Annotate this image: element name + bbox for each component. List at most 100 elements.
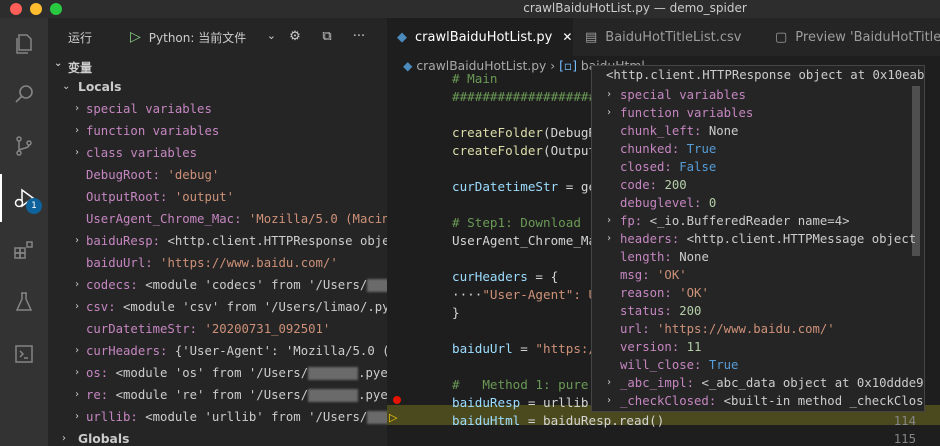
variable-row[interactable]: baiduUrl: 'https://www.baidu.com/' (48, 252, 387, 274)
code-line: baiduHtml = baiduResp.read() (452, 413, 665, 428)
hover-variable-name: chunk_left: (620, 124, 702, 138)
debug-config-select[interactable]: ▷ Python: 当前文件 ⌄ (126, 27, 276, 47)
variable-row[interactable]: OutputRoot: 'output' (48, 186, 387, 208)
chevron-right-icon[interactable]: › (74, 362, 80, 384)
variable-name: function variables (86, 124, 220, 138)
chevron-right-icon[interactable]: › (606, 374, 612, 392)
hover-variable-value: 'OK' (657, 268, 687, 282)
hover-variable-value: <_io.BufferedReader name=4> (649, 214, 850, 228)
variable-row[interactable]: › re: <module 're' from '/Users/ .pyenv/v… (48, 384, 387, 406)
variable-value: <module 'os' from '/Users/ (115, 366, 309, 380)
code-line: curDatetimeStr = ge (452, 179, 597, 194)
run-label: 运行 (68, 31, 93, 45)
window-title: crawlBaiduHotList.py — demo_spider (523, 1, 747, 15)
hover-variable-name: length: (620, 250, 672, 264)
redacted-path (367, 279, 387, 292)
tab-preview[interactable]: ▢ Preview 'BaiduHotTitleL (761, 18, 940, 56)
tab-baidu-hot-title-csv[interactable]: ▤ BaiduHotTitleList.csv (573, 18, 761, 56)
locals-scope[interactable]: ⌄ Locals (48, 76, 387, 98)
hover-variable-name: will_close: (620, 358, 702, 372)
chevron-right-icon[interactable]: › (606, 104, 612, 122)
variable-row[interactable]: › baiduResp: <http.client.HTTPResponse ob… (48, 230, 387, 252)
code-line: createFolder(DebugRo (452, 125, 604, 140)
variable-value: 'output' (174, 190, 235, 204)
variable-row[interactable]: › curHeaders: {'User-Agent': 'Mozilla/5.0… (48, 340, 387, 362)
search-icon[interactable] (0, 70, 48, 118)
variable-name: urllib: (86, 410, 138, 424)
hover-variable-name: function variables (620, 106, 754, 120)
source-control-icon[interactable] (0, 122, 48, 170)
chevron-right-icon[interactable]: › (74, 98, 80, 120)
tab-crawl-baidu-hot-list[interactable]: ◆ crawlBaiduHotList.py ✕ (387, 18, 573, 56)
variable-row[interactable]: › special variables (48, 98, 387, 120)
variable-row[interactable]: ›codecs: <module 'codecs' from '/Users/… (48, 274, 387, 296)
line-number: 114 (893, 414, 916, 428)
variable-name: class variables (86, 146, 198, 160)
hover-variable-name: fp: (620, 214, 643, 228)
preview-icon: ▢ (775, 29, 788, 45)
files-icon[interactable] (0, 20, 48, 68)
variable-name: codecs: (86, 278, 138, 292)
hover-variable-name: url: (620, 322, 650, 336)
hover-variable-name: debuglevel: (620, 196, 702, 210)
testing-icon[interactable] (0, 278, 48, 326)
variable-value: '20200731_092501' (204, 322, 331, 336)
hover-variable-name: code: (620, 178, 658, 192)
code-line: baiduResp = urllib. (452, 395, 597, 410)
variable-row[interactable]: UserAgent_Chrome_Mac: 'Mozilla/5.0 (Maci… (48, 208, 387, 230)
chevron-right-icon[interactable]: › (606, 212, 612, 230)
run-debug-icon[interactable]: 1 (0, 174, 48, 222)
variable-name: OutputRoot: (86, 190, 168, 204)
symbol-icon: [▫] (559, 59, 577, 73)
debug-console-icon[interactable]: ⧉ (318, 27, 336, 45)
variable-row[interactable]: curDatetimeStr: '20200731_092501' (48, 318, 387, 340)
variable-name: os: (86, 366, 109, 380)
chevron-right-icon[interactable]: › (74, 384, 80, 406)
variable-row[interactable]: › os: <module 'os' from '/Users/ .pyenv/v… (48, 362, 387, 384)
variable-row[interactable]: › function variables (48, 120, 387, 142)
remote-explorer-icon[interactable] (0, 330, 48, 378)
variable-value: 'https://www.baidu.com/' (160, 256, 338, 270)
play-icon[interactable]: ▷ (130, 29, 141, 45)
hover-variable-value: <http.client.HTTPMessage object at 0_14 (686, 232, 924, 246)
hover-variable-value: <_abc_data object at 0x10ddde930> (701, 376, 925, 390)
chevron-down-icon[interactable]: ⌄ (267, 29, 276, 42)
chevron-right-icon[interactable]: › (606, 230, 612, 248)
tab-label: Preview 'BaiduHotTitleL (795, 29, 940, 45)
globals-label: Globals (78, 432, 130, 446)
variable-row[interactable]: DebugRoot: 'debug' (48, 164, 387, 186)
code-line: createFolder(Output (452, 143, 597, 158)
hover-variable-name: _abc_impl: (620, 376, 695, 390)
hover-variable-name: _checkClosed: (620, 394, 717, 408)
variable-value: 'Mozilla/5.0 (Macintos… (248, 212, 387, 226)
variable-row[interactable]: ›urllib: <module 'urllib' from '/Users/… (48, 406, 387, 428)
current-statement-icon: ▷ (389, 411, 398, 424)
extensions-icon[interactable] (0, 226, 48, 274)
chevron-right-icon[interactable]: › (74, 406, 80, 428)
close-icon[interactable]: ✕ (562, 30, 572, 44)
chevron-right-icon[interactable]: › (74, 120, 80, 142)
code-line: # Method 1: pure (452, 377, 589, 392)
chevron-right-icon[interactable]: › (74, 142, 80, 164)
more-actions-icon[interactable]: ··· (350, 27, 368, 45)
variable-row[interactable]: › csv: <module 'csv' from '/Users/limao/.… (48, 296, 387, 318)
variable-value: <module 'codecs' from '/Users/ (145, 278, 368, 292)
globals-scope[interactable]: › Globals (48, 428, 387, 446)
chevron-right-icon[interactable]: › (606, 392, 612, 410)
hover-variable-value: <built-in method _checkClosed (723, 394, 925, 408)
hover-variable-name: msg: (620, 268, 650, 282)
variable-row[interactable]: › class variables (48, 142, 387, 164)
chevron-right-icon[interactable]: › (74, 340, 80, 362)
gear-icon[interactable]: ⚙ (286, 27, 304, 45)
debug-sidebar: 运行 ▷ Python: 当前文件 ⌄ ⚙ ⧉ ··· ⌄ 变量 ⌄ Local… (48, 18, 387, 446)
chevron-right-icon[interactable]: › (74, 296, 80, 318)
hover-variable-value: 200 (679, 304, 702, 318)
chevron-right-icon[interactable]: › (74, 230, 80, 252)
chevron-right-icon[interactable]: › (74, 274, 80, 296)
breakpoint-icon[interactable] (393, 396, 401, 404)
debug-hover-popup[interactable]: <http.client.HTTPResponse object at 0x10… (591, 65, 925, 412)
variables-section-header[interactable]: ⌄ 变量 (48, 58, 387, 78)
variable-name: baiduUrl: (86, 256, 153, 270)
chevron-right-icon[interactable]: › (606, 86, 612, 104)
line-number: 115 (893, 432, 916, 446)
